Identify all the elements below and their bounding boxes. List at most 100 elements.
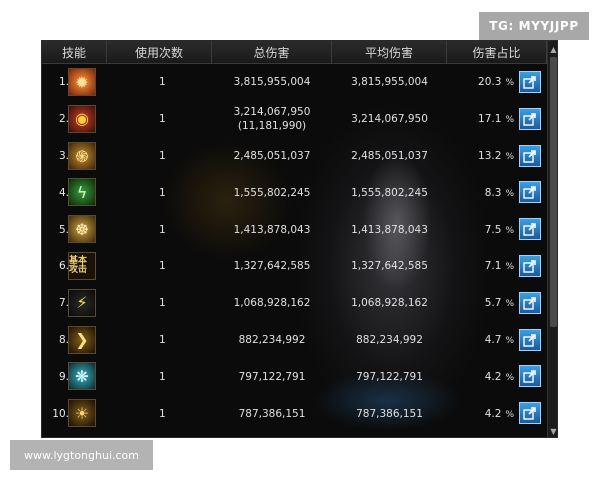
row-damage-share: 4.2% <box>484 370 514 383</box>
share-icon <box>523 186 536 200</box>
share-detail-button[interactable] <box>519 365 541 388</box>
share-detail-button[interactable] <box>519 254 541 277</box>
tg-badge: TG: MYYJJPP <box>479 12 589 40</box>
site-watermark: www.lygtonghui.com <box>10 440 153 470</box>
share-icon <box>523 76 536 89</box>
row-total-damage: 1,413,878,043 <box>233 223 311 236</box>
gear-skill-icon: ☸ <box>68 215 96 244</box>
row-uses: 1 <box>159 333 166 346</box>
table-row: 8. ❯ 1 882,234,992 882,234,992 4.7% <box>42 322 547 359</box>
row-total-damage: 797,122,791 <box>238 370 306 383</box>
header-total-damage[interactable]: 总伤害 <box>212 41 332 63</box>
row-average-damage: 1,327,642,585 <box>351 260 428 273</box>
row-total-damage: 1,068,928,162 <box>233 297 311 310</box>
row-rank: 3. <box>58 149 69 162</box>
row-total-damage: 3,815,955,004 <box>233 76 311 89</box>
row-uses: 1 <box>159 407 166 420</box>
row-average-damage: 3,815,955,004 <box>351 76 428 89</box>
row-rank: 9. <box>58 370 69 383</box>
share-detail-button[interactable] <box>519 144 541 167</box>
row-average-damage: 882,234,992 <box>356 333 423 346</box>
row-uses: 1 <box>159 149 166 162</box>
sun-skill-icon: ☀ <box>68 399 96 428</box>
row-damage-share: 7.5% <box>484 223 514 236</box>
header-skill[interactable]: 技能 <box>42 41 107 63</box>
table-row: 9. ❋ 1 797,122,791 797,122,791 4.2% <box>42 358 547 395</box>
lightning-skill-icon: ϟ <box>68 178 96 207</box>
damage-stats-panel: 技能 使用次数 总伤害 平均伤害 伤害占比 1. ✹ 1 3,815,955,0… <box>41 40 558 438</box>
table-row: 4. ϟ 1 1,555,802,245 1,555,802,245 8.3% <box>42 174 547 211</box>
row-average-damage: 1,413,878,043 <box>351 223 428 236</box>
row-rank: 6. <box>58 260 69 273</box>
row-rank: 10. <box>52 407 69 420</box>
table-row: 7. ⚡ 1 1,068,928,162 1,068,928,162 5.7% <box>42 285 547 322</box>
row-damage-share: 17.1% <box>478 113 514 126</box>
header-damage-share[interactable]: 伤害占比 <box>447 41 547 63</box>
row-damage-share: 4.2% <box>484 407 514 420</box>
bolt-skill-icon: ⚡ <box>68 288 96 317</box>
row-damage-share: 20.3% <box>478 76 514 89</box>
scroll-up-icon[interactable]: ▲ <box>549 43 557 55</box>
vertical-scrollbar[interactable]: ▲ ▼ <box>547 41 557 437</box>
share-detail-button[interactable] <box>519 181 541 204</box>
table-row: 3. ֍ 1 2,485,051,037 2,485,051,037 13.2% <box>42 138 547 175</box>
share-detail-button[interactable] <box>519 107 541 130</box>
row-total-damage: 787,386,151 <box>238 407 306 420</box>
eye-skill-icon: ◉ <box>68 104 96 133</box>
share-detail-button[interactable] <box>519 402 541 425</box>
row-total-damage: 2,485,051,037 <box>233 149 311 162</box>
share-icon <box>523 407 536 420</box>
row-damage-share: 8.3% <box>484 186 514 199</box>
row-rank: 7. <box>58 297 69 310</box>
row-total-damage: 3,214,067,950 (11,181,990) <box>233 106 311 133</box>
row-total-subvalue: (11,181,990) <box>237 120 307 133</box>
row-rank: 8. <box>58 333 69 346</box>
skill-rows: 1. ✹ 1 3,815,955,004 3,815,955,004 20.3%… <box>42 64 547 432</box>
share-icon <box>523 370 536 384</box>
row-rank: 1. <box>58 76 69 89</box>
row-average-damage: 1,068,928,162 <box>351 297 428 310</box>
cluster-skill-icon: ❋ <box>68 362 96 391</box>
row-rank: 5. <box>58 223 69 236</box>
row-total-damage: 1,327,642,585 <box>233 260 311 273</box>
row-damage-share: 13.2% <box>478 149 514 162</box>
row-average-damage: 797,122,791 <box>356 370 423 383</box>
table-row: 6. 基本攻击 1 1,327,642,585 1,327,642,585 7.… <box>42 248 547 285</box>
arc-skill-icon: ❯ <box>68 325 96 354</box>
row-uses: 1 <box>159 370 166 383</box>
row-average-damage: 2,485,051,037 <box>351 149 428 162</box>
row-uses: 1 <box>159 186 166 199</box>
row-damage-share: 4.7% <box>484 333 514 346</box>
table-row: 1. ✹ 1 3,815,955,004 3,815,955,004 20.3% <box>42 64 547 101</box>
basic-attack-icon: 基本攻击 <box>68 251 96 280</box>
row-average-damage: 3,214,067,950 <box>351 113 428 126</box>
table-row: 5. ☸ 1 1,413,878,043 1,413,878,043 7.5% <box>42 211 547 248</box>
share-detail-button[interactable] <box>519 328 541 351</box>
row-uses: 1 <box>159 113 166 126</box>
row-uses: 1 <box>159 260 166 273</box>
row-rank: 4. <box>58 186 69 199</box>
share-icon <box>523 223 536 236</box>
row-uses: 1 <box>159 223 166 236</box>
share-icon <box>523 149 536 163</box>
table-row: 10. ☀ 1 787,386,151 787,386,151 4.2% <box>42 395 547 432</box>
share-detail-button[interactable] <box>519 71 541 93</box>
share-icon <box>523 333 536 347</box>
header-uses[interactable]: 使用次数 <box>107 41 212 63</box>
row-average-damage: 1,555,802,245 <box>351 186 428 199</box>
row-average-damage: 787,386,151 <box>356 407 423 420</box>
row-total-damage: 1,555,802,245 <box>233 186 311 199</box>
share-detail-button[interactable] <box>519 291 541 314</box>
share-detail-button[interactable] <box>519 218 541 241</box>
share-icon <box>523 112 536 126</box>
share-icon <box>523 296 536 310</box>
scroll-thumb[interactable] <box>550 57 557 327</box>
share-icon <box>523 260 536 273</box>
table-header: 技能 使用次数 总伤害 平均伤害 伤害占比 <box>42 41 547 64</box>
table-row: 2. ◉ 1 3,214,067,950 (11,181,990) 3,214,0… <box>42 101 547 138</box>
scroll-down-icon[interactable]: ▼ <box>549 425 557 437</box>
row-rank: 2. <box>58 113 69 126</box>
header-average-damage[interactable]: 平均伤害 <box>332 41 447 63</box>
row-damage-share: 5.7% <box>484 297 514 310</box>
row-total-damage: 882,234,992 <box>238 333 306 346</box>
